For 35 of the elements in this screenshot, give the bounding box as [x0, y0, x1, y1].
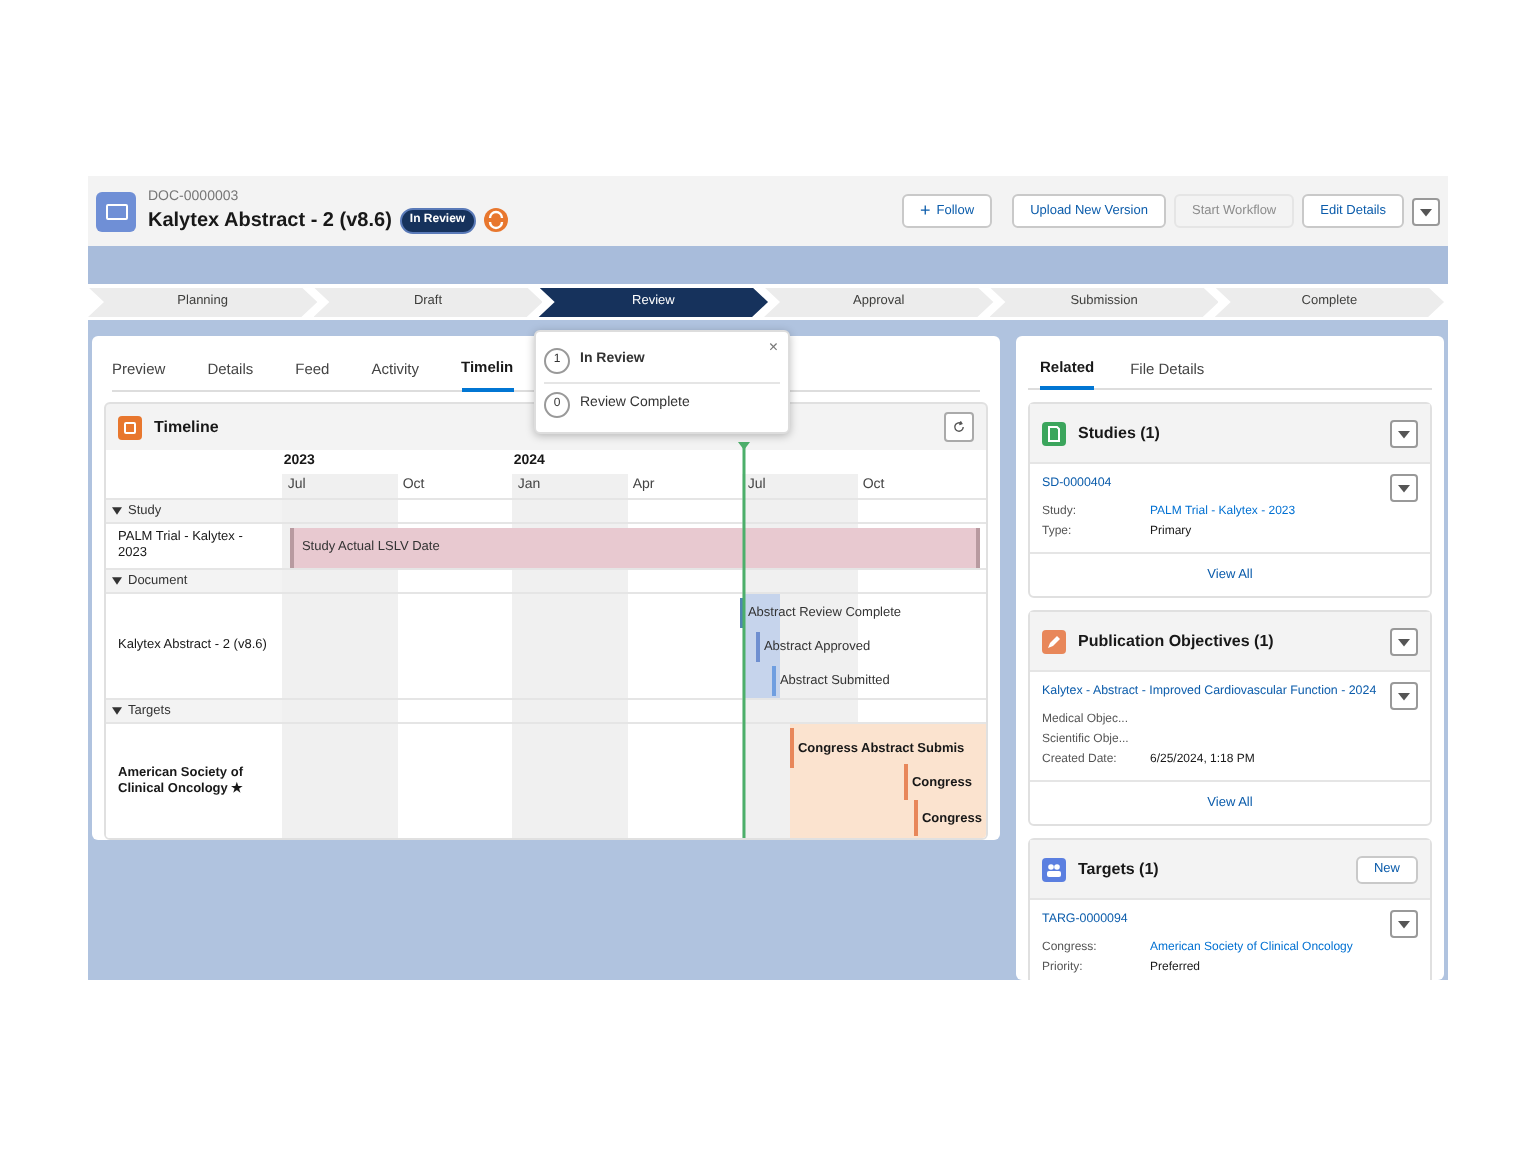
- milestone-marker[interactable]: [913, 800, 918, 836]
- refresh-icon[interactable]: [483, 208, 508, 232]
- expand-icon[interactable]: [112, 576, 122, 586]
- pencil-icon: [1042, 629, 1066, 654]
- timeline-icon: [118, 415, 142, 440]
- menu-button[interactable]: [1390, 627, 1418, 656]
- refresh-icon: [952, 420, 966, 435]
- caret-icon: [1420, 205, 1432, 217]
- menu-button[interactable]: [1390, 474, 1418, 503]
- close-button[interactable]: ×: [768, 336, 778, 360]
- document-icon: [96, 191, 136, 231]
- caret-icon: [1398, 427, 1410, 440]
- caret-icon: [1398, 635, 1410, 648]
- people-icon: [1042, 857, 1066, 882]
- milestone-marker[interactable]: [755, 632, 760, 662]
- plus-icon: +: [920, 202, 931, 220]
- card-title[interactable]: Studies (1): [1078, 421, 1160, 446]
- document-icon: [1042, 421, 1066, 446]
- caret-icon: [1398, 482, 1410, 495]
- menu-button[interactable]: [1390, 910, 1418, 939]
- milestone-marker[interactable]: [789, 728, 794, 768]
- refresh-button[interactable]: [944, 412, 974, 443]
- milestone-marker[interactable]: [903, 764, 908, 800]
- expand-icon[interactable]: [112, 706, 122, 716]
- record-title: Kalytex Abstract - 2 (v8.6): [148, 207, 392, 235]
- milestone-marker[interactable]: [739, 598, 744, 628]
- menu-button[interactable]: [1412, 197, 1440, 225]
- menu-button[interactable]: [1390, 682, 1418, 711]
- milestone-marker[interactable]: [771, 666, 776, 696]
- caret-icon: [1398, 690, 1410, 703]
- caret-icon: [1398, 918, 1410, 931]
- card-title[interactable]: Targets (1): [1078, 857, 1159, 882]
- expand-icon[interactable]: [112, 506, 122, 516]
- timeline-title: Timeline: [154, 415, 219, 440]
- menu-button[interactable]: [1390, 419, 1418, 448]
